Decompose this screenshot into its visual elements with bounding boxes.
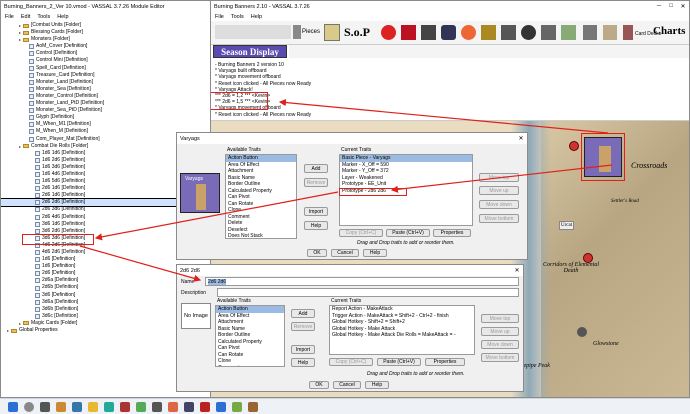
start-icon[interactable] [8,402,18,412]
vassal-icon[interactable] [200,402,210,412]
app-icon[interactable] [152,402,162,412]
arrow-prototype-to-tree [94,191,339,241]
app-icon[interactable] [248,402,258,412]
app-icon[interactable] [72,402,82,412]
app-icon[interactable] [184,402,194,412]
arrow-tree-to-dialog [79,245,202,282]
app-icon[interactable] [136,402,146,412]
taskbar [0,398,690,414]
app-icon[interactable] [216,402,226,412]
edge-icon[interactable] [104,402,114,412]
search-icon[interactable] [24,402,34,412]
taskview-icon[interactable] [40,402,50,412]
app-icon[interactable] [56,402,66,412]
arrow-counter-to-log [278,98,609,134]
app-icon[interactable] [168,402,178,412]
app-icon[interactable] [120,402,130,412]
annotation-arrows [79,98,613,282]
arrow-counter-to-prototype [390,164,613,193]
app-icon[interactable] [232,402,242,412]
explorer-icon[interactable] [88,402,98,412]
